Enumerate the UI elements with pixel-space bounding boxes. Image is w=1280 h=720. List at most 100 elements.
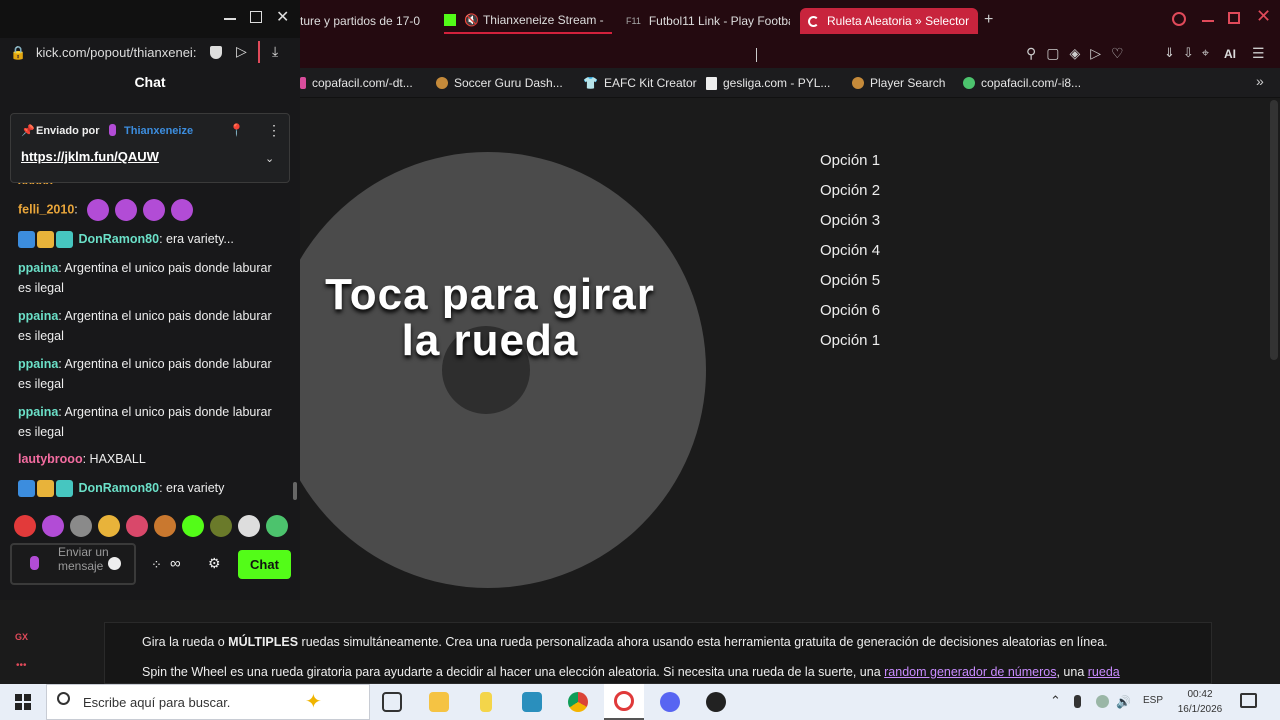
wheel-option: Opción 1 — [820, 332, 881, 349]
chevron-up-icon[interactable]: ⌃ — [1050, 693, 1061, 709]
bookmark-label: Player Search — [870, 76, 946, 90]
cluster-icon[interactable]: ⁘ — [151, 557, 162, 573]
emote-icon[interactable] — [210, 515, 232, 537]
tab-label: ture y partidos de 17-0 — [300, 14, 421, 28]
taskbar-search[interactable]: Escribe aquí para buscar. ✦ — [46, 684, 370, 720]
spin-prompt-line1: Toca para girar — [325, 270, 655, 319]
emote-icon[interactable] — [238, 515, 260, 537]
app-icon[interactable] — [522, 692, 542, 712]
chat-input[interactable]: Enviar un mensaje — [10, 543, 136, 585]
chat-username[interactable]: lautybrooo — [18, 452, 83, 466]
emoji-icon[interactable] — [108, 557, 121, 570]
subscriber-badge-icon — [56, 480, 73, 498]
emote-icon[interactable] — [126, 515, 148, 537]
shield-icon[interactable] — [210, 46, 222, 59]
discord-icon[interactable] — [660, 692, 680, 712]
notifications-icon[interactable] — [1240, 693, 1257, 708]
volume-icon[interactable]: 🔊 — [1116, 695, 1131, 709]
moderator-badge-icon — [18, 231, 35, 249]
chat-text: : era variety — [159, 481, 225, 495]
menu-icon[interactable]: ☰ — [1252, 45, 1265, 62]
soccer-guru-icon — [436, 77, 448, 89]
page-scrollbar[interactable] — [1270, 100, 1278, 360]
language-indicator[interactable]: ESP — [1143, 695, 1163, 706]
gear-icon[interactable]: ⚙ — [208, 555, 221, 572]
chevron-down-icon[interactable]: ⌄ — [265, 152, 274, 165]
clock-date: 16/1/2026 — [1177, 704, 1223, 715]
bookmark-player-search[interactable]: Player Search — [852, 74, 945, 92]
network-icon[interactable] — [1096, 695, 1109, 708]
bookmark-soccer-guru[interactable]: Soccer Guru Dash... — [436, 74, 563, 92]
chat-username[interactable]: ppaina — [18, 309, 58, 323]
chat-scrollbar[interactable] — [293, 482, 297, 500]
close-icon[interactable]: ✕ — [1256, 6, 1271, 27]
minimize-icon[interactable] — [224, 18, 236, 20]
more-bookmarks-icon[interactable]: » — [1256, 73, 1264, 89]
emote-icon[interactable] — [266, 515, 288, 537]
search-placeholder: Escribe aquí para buscar. — [83, 695, 231, 710]
spin-prompt[interactable]: Toca para girar la rueda — [296, 272, 684, 364]
maximize-icon[interactable] — [1228, 12, 1240, 24]
emote-icon[interactable] — [98, 515, 120, 537]
bookmark-copafacil-2[interactable]: copafacil.com/-i8... — [963, 74, 1081, 92]
popout-address-bar[interactable]: 🔒 kick.com/popout/thianxenei: ▷ ⤓ — [0, 38, 300, 68]
pinned-sender[interactable]: Thianxeneize — [124, 125, 193, 137]
opera-icon — [614, 691, 634, 711]
more-options-icon[interactable]: ⋮ — [267, 122, 281, 139]
chat-username[interactable]: ppaina — [18, 357, 58, 371]
extension-icons[interactable]: ⇓⇩⌖ — [1164, 45, 1217, 61]
chat-username[interactable]: felli_2010 — [18, 202, 74, 216]
pinned-sender-prefix: Enviado por — [36, 125, 100, 137]
app-icon[interactable] — [480, 692, 492, 712]
chat-message: DonRamon80: era variety — [18, 478, 288, 498]
chat-message: felli_2010: — [18, 199, 288, 221]
chat-username[interactable]: DonRamon80 — [78, 481, 159, 495]
bookmark-eafc-kit[interactable]: 👕 EAFC Kit Creator — [583, 74, 697, 92]
tab-kick-stream[interactable]: 🔇 Thianxeneize Stream - — [444, 8, 612, 34]
chat-send-button[interactable]: Chat — [238, 550, 291, 579]
rueda-link[interactable]: rueda — [1088, 665, 1120, 679]
file-explorer-icon[interactable] — [429, 692, 449, 712]
wheel-option: Opción 3 — [820, 212, 881, 229]
opera-taskbar-item[interactable] — [604, 684, 644, 720]
chat-username[interactable]: ppaina — [18, 405, 58, 419]
emote-icon[interactable] — [70, 515, 92, 537]
emote-icon[interactable] — [42, 515, 64, 537]
pinned-link[interactable]: https://jklm.fun/QAUW — [21, 149, 159, 164]
microphone-icon[interactable] — [1074, 695, 1081, 708]
chat-username[interactable]: ppaina — [18, 261, 58, 275]
emote-icon[interactable] — [14, 515, 36, 537]
random-number-link[interactable]: random generador de números — [884, 665, 1056, 679]
more-icon[interactable]: ••• — [16, 660, 27, 671]
tab-futbol11[interactable]: F11 Futbol11 Link - Play Footba — [626, 8, 790, 34]
ai-button[interactable]: AI — [1224, 47, 1236, 61]
close-icon[interactable]: ✕ — [276, 7, 289, 27]
search-icon[interactable] — [1172, 12, 1186, 26]
chrome-icon[interactable] — [568, 692, 588, 712]
download-icon[interactable]: ⤓ — [272, 43, 278, 60]
chat-username[interactable]: DonRamon80 — [78, 232, 159, 246]
description-text: ruedas simultáneamente. Crea una rueda p… — [298, 635, 1108, 649]
gx-icon[interactable]: GX — [15, 632, 28, 642]
minimize-icon[interactable] — [1202, 20, 1214, 22]
new-tab-button[interactable]: + — [984, 11, 993, 29]
tab-bar: ture y partidos de 17-0 🔇 Thianxeneize S… — [300, 0, 1280, 42]
unpin-icon[interactable]: 📍 — [229, 123, 244, 137]
bookmark-label: Soccer Guru Dash... — [454, 76, 563, 90]
emote-icon[interactable] — [182, 515, 204, 537]
bookmark-favicon — [300, 77, 306, 89]
bookmark-copafacil-1[interactable]: copafacil.com/-dt... — [300, 74, 413, 92]
bookmark-gesliga[interactable]: gesliga.com - PYL... — [706, 74, 830, 92]
app-icon[interactable] — [706, 692, 726, 712]
windows-start-icon[interactable] — [15, 694, 31, 710]
play-icon[interactable]: ▷ — [236, 43, 247, 60]
task-view-icon[interactable] — [382, 692, 402, 712]
infinity-icon[interactable]: ∞ — [170, 555, 181, 572]
tab-fixture[interactable]: ture y partidos de 17-0 — [300, 8, 440, 34]
clock[interactable]: 00:42 16/1/2026 — [1170, 687, 1230, 717]
maximize-icon[interactable] — [250, 11, 262, 23]
toolbar-icons[interactable]: ⚲▢◈▷♡ — [1026, 45, 1134, 62]
tab-ruleta-active[interactable]: Ruleta Aleatoria » Selector — [800, 8, 978, 34]
emote-icon[interactable] — [154, 515, 176, 537]
emote-icon — [143, 199, 166, 221]
